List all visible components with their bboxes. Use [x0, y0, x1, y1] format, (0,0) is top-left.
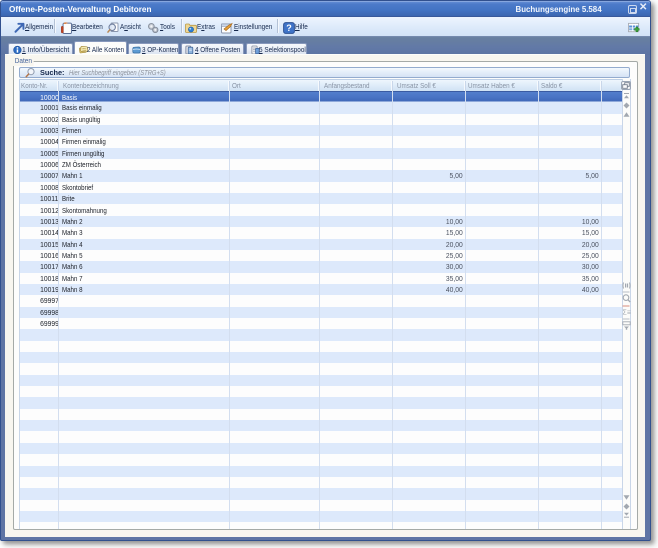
svg-text:?: ?: [286, 23, 292, 33]
svg-text:Σ≡: Σ≡: [622, 309, 630, 316]
